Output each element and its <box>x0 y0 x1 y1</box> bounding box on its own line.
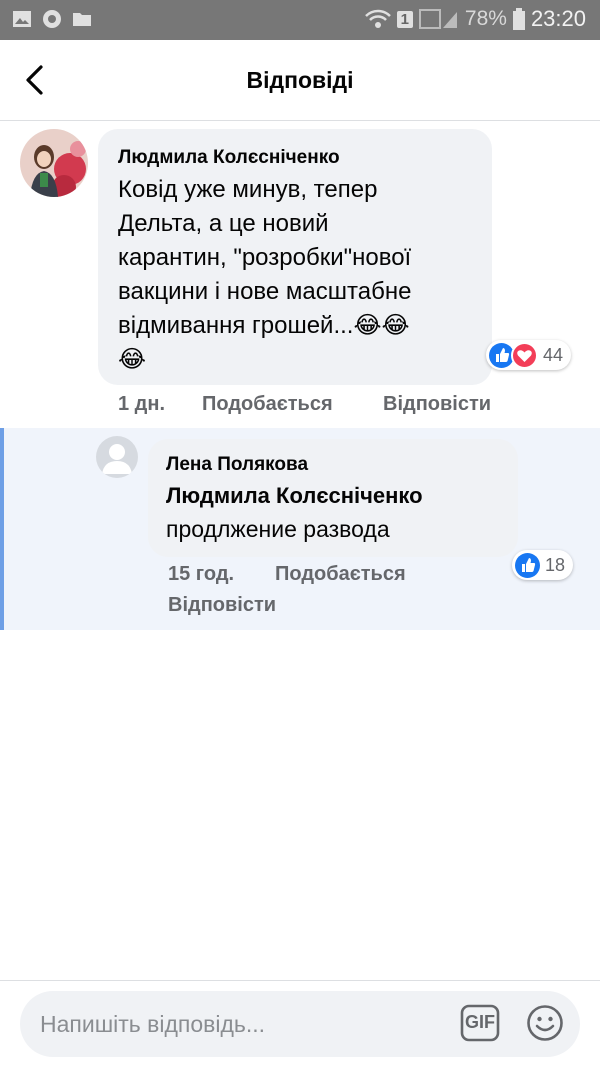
reply-text: продлжение развода <box>166 516 390 542</box>
reply-author[interactable]: Лена Полякова <box>166 454 308 476</box>
reply-avatar[interactable] <box>96 436 138 478</box>
replies-sheet: Відповіді Людмила Колєсніченко Ковід уже… <box>0 40 600 1066</box>
battery-icon <box>512 8 525 30</box>
folder-icon <box>73 13 91 26</box>
comment-author[interactable]: Людмила Колєсніченко <box>118 147 340 169</box>
love-reaction-icon <box>511 341 538 369</box>
wifi-icon <box>364 9 391 28</box>
reply-input-placeholder: Напишіть відповідь... <box>40 1011 266 1037</box>
reply-mention[interactable]: Людмила Колєсніченко <box>166 483 423 509</box>
battery-percent: 78% <box>464 7 507 30</box>
gif-label: GIF <box>465 1012 495 1032</box>
like-reaction-icon <box>515 552 540 578</box>
composer: Напишіть відповідь... GIF <box>0 980 600 1066</box>
reply-like-button[interactable]: Подобається <box>275 563 406 586</box>
signal-icon <box>418 9 457 29</box>
reply-time: 15 год. <box>168 563 235 585</box>
reply-reaction-summary[interactable]: 18 <box>512 550 574 580</box>
reply-button[interactable]: Відповісти <box>383 393 491 416</box>
default-user-icon <box>102 444 132 474</box>
gif-button[interactable]: GIF <box>460 1004 500 1042</box>
reply-thread: Лена Полякова Людмила Колєсніченко продл… <box>0 428 600 630</box>
reply-input[interactable]: Напишіть відповідь... GIF <box>20 991 580 1057</box>
reply-bubble[interactable]: Лена Полякова Людмила Колєсніченко продл… <box>148 439 518 557</box>
emoji-icon[interactable] <box>526 1004 564 1042</box>
like-button[interactable]: Подобається <box>202 393 333 416</box>
comment-bubble[interactable]: Людмила Колєсніченко Ковід уже минув, те… <box>98 129 492 385</box>
avatar[interactable] <box>20 129 88 197</box>
sim-badge: 1 <box>396 10 413 28</box>
reaction-summary[interactable]: 44 <box>486 340 572 370</box>
reaction-count: 18 <box>545 554 566 575</box>
status-bar: 1 78% 23:20 <box>0 0 600 40</box>
header: Відповіді <box>0 40 600 121</box>
clock: 23:20 <box>530 6 586 31</box>
reply-indicator <box>0 428 4 630</box>
shield-icon <box>43 10 61 28</box>
page-title: Відповіді <box>246 67 354 93</box>
comment-time: 1 дн. <box>118 393 166 415</box>
gallery-icon <box>13 11 31 27</box>
reaction-count: 44 <box>543 344 564 365</box>
avatar-image <box>20 129 88 197</box>
comment-text: Ковід уже минув, тепер Дельта, а це нови… <box>118 176 412 373</box>
reply-reply-button[interactable]: Відповісти <box>168 594 276 617</box>
